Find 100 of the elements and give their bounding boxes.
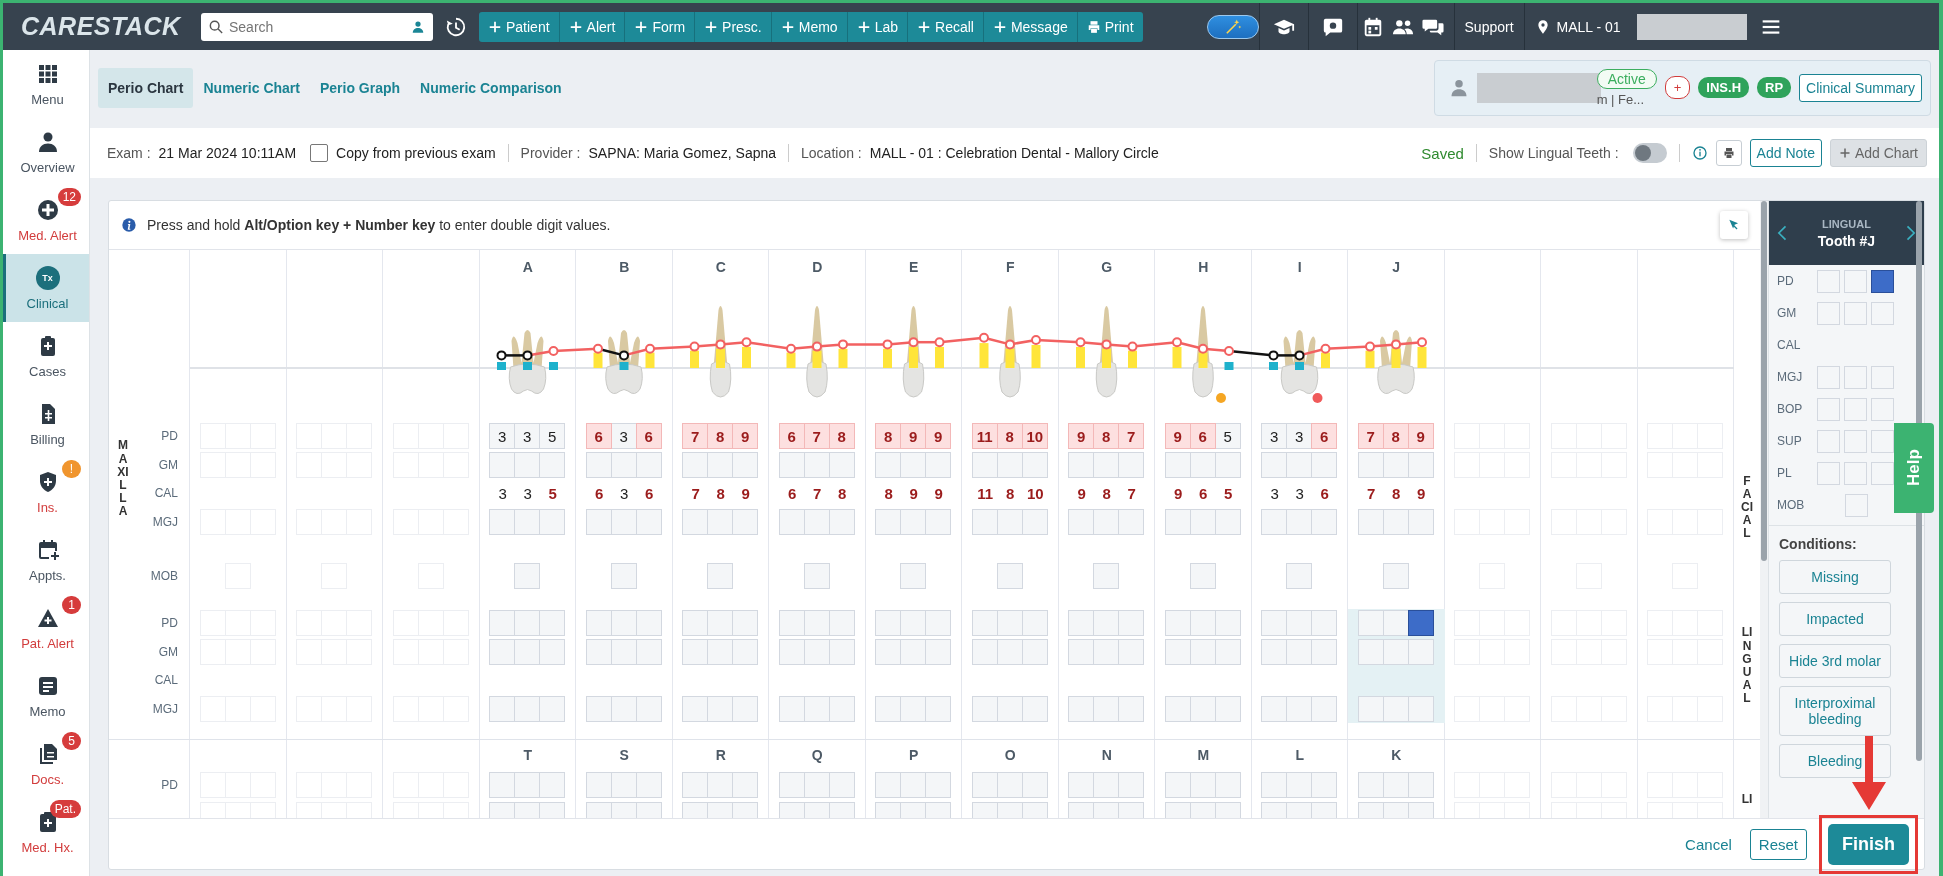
clinical-summary-button[interactable]: Clinical Summary bbox=[1799, 73, 1922, 102]
reset-button[interactable]: Reset bbox=[1749, 828, 1807, 860]
sidebar-item[interactable]: Tx Clinical bbox=[3, 254, 89, 322]
sidebar-item[interactable]: Billing bbox=[3, 390, 89, 458]
pd-field[interactable]: 8 bbox=[875, 423, 902, 450]
sidebar-item[interactable]: ! Ins. bbox=[3, 458, 89, 526]
pd-field[interactable]: 9 bbox=[925, 423, 952, 450]
pd-field[interactable]: 7 bbox=[803, 423, 830, 450]
condition-button[interactable]: Bleeding bbox=[1779, 744, 1891, 778]
pd-field[interactable]: 7 bbox=[1357, 423, 1384, 450]
tooth-letter: F bbox=[1005, 258, 1015, 275]
finish-button[interactable]: Finish bbox=[1828, 823, 1909, 865]
pd-field[interactable]: 8 bbox=[707, 423, 734, 450]
row-label: SUP bbox=[1777, 434, 1803, 448]
plus-circle-icon bbox=[35, 197, 60, 222]
tooth-letter: A bbox=[522, 258, 533, 275]
toolbar-button[interactable]: Patient bbox=[479, 11, 560, 42]
pd-field[interactable]: 6 bbox=[778, 423, 805, 450]
add-chart-button[interactable]: Add Chart bbox=[1829, 139, 1927, 167]
toolbar-button[interactable]: Presc. bbox=[695, 11, 772, 42]
print-button[interactable] bbox=[1715, 140, 1742, 166]
sidebar-item[interactable]: Menu bbox=[3, 50, 89, 118]
pd-field[interactable]: 6 bbox=[585, 423, 612, 450]
patient-tag[interactable]: + bbox=[1664, 76, 1691, 99]
input-field[interactable] bbox=[1407, 610, 1434, 637]
pd-field[interactable]: 5 bbox=[1214, 423, 1241, 450]
cal-value: 10 bbox=[1025, 484, 1045, 502]
pd-field[interactable]: 8 bbox=[1382, 423, 1409, 450]
pd-field[interactable]: 8 bbox=[996, 423, 1023, 450]
pd-field[interactable]: 3 bbox=[1261, 423, 1288, 450]
tab[interactable]: Numeric Chart bbox=[193, 67, 310, 108]
add-note-button[interactable]: Add Note bbox=[1749, 139, 1822, 167]
sidebar-item[interactable]: Overview bbox=[3, 118, 89, 186]
section-title: Conditions: bbox=[1779, 536, 1858, 552]
pd-field[interactable]: 3 bbox=[514, 423, 541, 450]
pd-field[interactable]: 10 bbox=[1021, 423, 1048, 450]
magic-wand-button[interactable] bbox=[1206, 14, 1259, 39]
condition-button[interactable]: Missing bbox=[1779, 560, 1891, 594]
pd-field[interactable]: 6 bbox=[1311, 423, 1338, 450]
support-link[interactable]: Support bbox=[1454, 18, 1524, 35]
pd-field[interactable]: 9 bbox=[1068, 423, 1095, 450]
tooth-letter: O bbox=[1004, 747, 1016, 763]
toolbar-button[interactable]: Alert bbox=[559, 11, 626, 42]
toolbar-button[interactable]: Lab bbox=[847, 11, 908, 42]
cal-value: 8 bbox=[1005, 484, 1016, 502]
condition-button[interactable]: Interproximal bleeding bbox=[1779, 686, 1891, 736]
pd-field[interactable]: 3 bbox=[1286, 423, 1313, 450]
sidebar-item[interactable]: 1 Pat. Alert bbox=[3, 594, 89, 662]
toolbar-button[interactable]: Message bbox=[983, 11, 1078, 42]
tooth-letter: J bbox=[1392, 258, 1401, 275]
cal-value: 6 bbox=[1198, 484, 1209, 502]
pd-field[interactable]: 8 bbox=[828, 423, 855, 450]
cal-value: 8 bbox=[1101, 484, 1112, 502]
pd-field[interactable]: 6 bbox=[1189, 423, 1216, 450]
sidebar-item[interactable]: Pat. Med. Hx. bbox=[3, 798, 89, 866]
tab[interactable]: Numeric Comparison bbox=[410, 67, 572, 108]
printer-icon bbox=[1086, 19, 1101, 34]
pd-field[interactable]: 7 bbox=[682, 423, 709, 450]
cancel-link[interactable]: Cancel bbox=[1679, 834, 1738, 854]
pd-field[interactable]: 5 bbox=[539, 423, 566, 450]
field-label: Location : bbox=[801, 145, 862, 161]
search-field[interactable]: Search bbox=[201, 12, 433, 41]
info-icon[interactable] bbox=[1691, 145, 1708, 161]
tab[interactable]: Perio Graph bbox=[309, 67, 411, 108]
history-icon[interactable] bbox=[445, 15, 467, 38]
pointer-button[interactable] bbox=[1720, 211, 1748, 239]
row-label: CAL bbox=[1777, 338, 1802, 352]
toolbar-button[interactable]: Memo bbox=[771, 11, 848, 42]
input-field[interactable] bbox=[1871, 269, 1894, 293]
scrollbar-thumb[interactable] bbox=[1761, 201, 1767, 561]
pd-field[interactable]: 9 bbox=[1164, 423, 1191, 450]
pd-field[interactable]: 8 bbox=[1093, 423, 1120, 450]
field-label: Exam : bbox=[107, 145, 151, 161]
condition-button[interactable]: Impacted bbox=[1779, 602, 1891, 636]
sidebar-item[interactable]: Cases bbox=[3, 322, 89, 390]
patient-name: m | Fe... bbox=[1596, 91, 1645, 107]
pd-field[interactable]: 3 bbox=[610, 423, 637, 450]
checkbox[interactable] bbox=[310, 144, 329, 162]
sidebar-item[interactable]: Memo bbox=[3, 662, 89, 730]
sidebar-item[interactable]: 12 Med. Alert bbox=[3, 186, 89, 254]
condition-button[interactable]: Hide 3rd molar bbox=[1779, 644, 1891, 678]
pd-field[interactable]: 9 bbox=[732, 423, 759, 450]
toolbar-button[interactable]: Print bbox=[1077, 11, 1143, 42]
sidebar-item[interactable]: Appts. bbox=[3, 526, 89, 594]
toolbar-button[interactable]: Form bbox=[625, 11, 696, 42]
logo: CARESTACK bbox=[21, 12, 182, 41]
pd-field[interactable]: 7 bbox=[1118, 423, 1145, 450]
pd-field[interactable]: 11 bbox=[971, 423, 998, 450]
tooth-letter: G bbox=[1101, 258, 1113, 275]
location-selector[interactable]: MALL - 01 bbox=[1524, 18, 1631, 35]
tab[interactable]: Perio Chart bbox=[98, 67, 194, 108]
pd-field[interactable]: 3 bbox=[489, 423, 516, 450]
sidebar-item[interactable]: 5 Docs. bbox=[3, 730, 89, 798]
pd-field[interactable]: 9 bbox=[1407, 423, 1434, 450]
cal-value: 3 bbox=[497, 484, 508, 502]
toolbar-button[interactable]: Recall bbox=[908, 11, 984, 42]
pd-field[interactable]: 6 bbox=[635, 423, 662, 450]
pd-field[interactable]: 9 bbox=[900, 423, 927, 450]
toggle-switch[interactable] bbox=[1632, 143, 1667, 163]
plus-icon bbox=[704, 19, 719, 34]
